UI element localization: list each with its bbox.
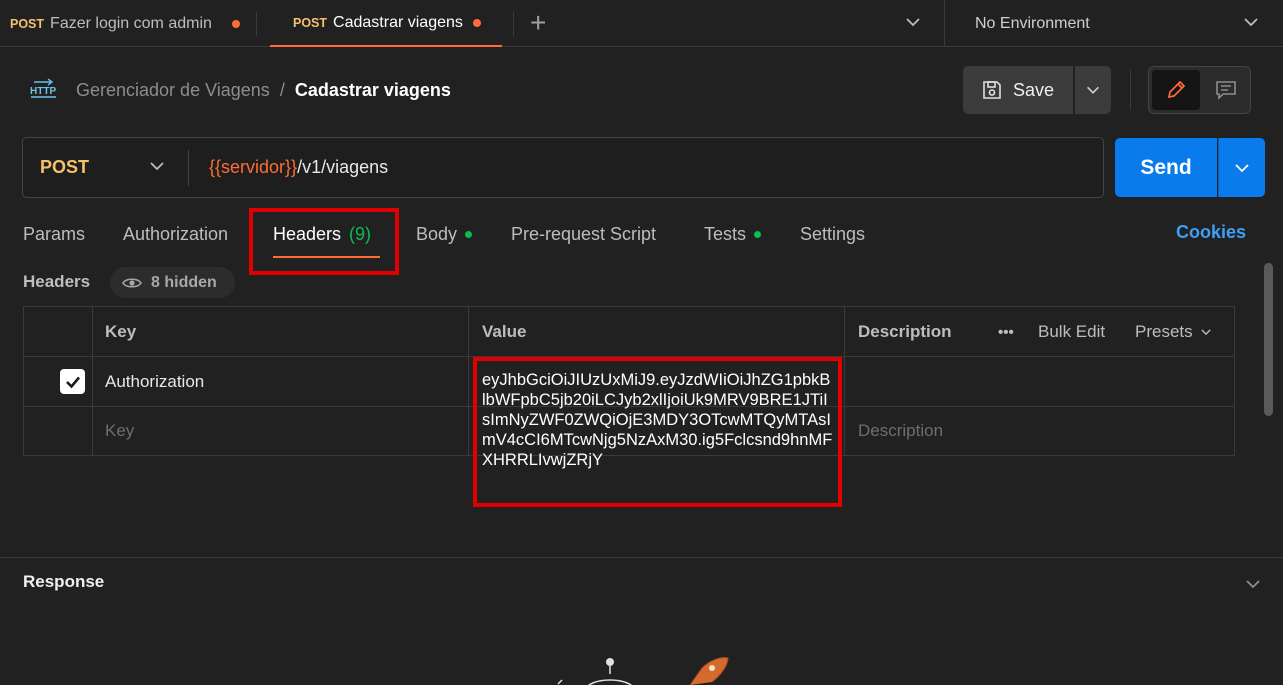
tab-divider bbox=[256, 12, 257, 36]
toolbar-divider bbox=[1130, 70, 1131, 110]
presets-dropdown[interactable]: Presets bbox=[1135, 307, 1231, 357]
tab-divider bbox=[513, 12, 514, 36]
tab-settings-label: Settings bbox=[800, 223, 866, 244]
method-chevron-down-icon[interactable] bbox=[147, 156, 167, 179]
tab-method: POST bbox=[10, 16, 45, 31]
column-header-key: Key bbox=[105, 322, 137, 341]
column-header-value: Value bbox=[482, 322, 527, 341]
url-input[interactable]: {{servidor}}/v1/viagens bbox=[209, 138, 388, 197]
more-options-icon[interactable]: ••• bbox=[998, 307, 1022, 357]
token-value-highlight-box bbox=[473, 357, 842, 507]
save-disk-icon bbox=[983, 81, 1001, 99]
send-button[interactable]: Send bbox=[1115, 138, 1217, 197]
header-key-cell[interactable]: Authorization bbox=[105, 357, 204, 407]
hidden-headers-label: 8 hidden bbox=[151, 273, 217, 291]
tab-body-label: Body bbox=[416, 223, 458, 244]
method-select[interactable]: POST bbox=[40, 138, 89, 197]
table-header-row: Key Value Description ••• Bulk Edit Pres… bbox=[24, 307, 1234, 357]
pencil-edit-icon[interactable] bbox=[1152, 70, 1200, 110]
unsaved-dot-icon bbox=[472, 18, 481, 27]
url-variable: {{servidor}} bbox=[209, 157, 298, 177]
tab-params-label: Params bbox=[23, 223, 86, 244]
environment-selector[interactable]: No Environment bbox=[944, 0, 1283, 47]
tab-params[interactable]: Params bbox=[23, 222, 85, 246]
tab-tests[interactable]: Tests bbox=[704, 222, 762, 246]
headers-section-label: Headers bbox=[23, 272, 91, 291]
tab-prerequest-script[interactable]: Pre-request Script bbox=[511, 222, 656, 246]
tab-settings[interactable]: Settings bbox=[800, 222, 865, 246]
tab-authorization[interactable]: Authorization bbox=[123, 222, 228, 246]
send-options-chevron-icon[interactable] bbox=[1218, 138, 1265, 197]
tab-title: Fazer login com admin bbox=[50, 14, 212, 32]
breadcrumb-collection[interactable]: Gerenciador de Viagens bbox=[76, 80, 270, 101]
tests-indicator-dot-icon bbox=[754, 230, 762, 238]
cookies-link[interactable]: Cookies bbox=[1176, 222, 1246, 243]
body-indicator-dot-icon bbox=[465, 230, 473, 238]
save-label: Save bbox=[1013, 79, 1055, 100]
response-panel-header[interactable]: Response bbox=[0, 557, 1283, 607]
presets-label: Presets bbox=[1135, 322, 1193, 341]
view-mode-toggle bbox=[1148, 66, 1251, 114]
new-tab-plus-icon[interactable]: + bbox=[530, 8, 546, 38]
tab-prerequest-label: Pre-request Script bbox=[511, 223, 657, 244]
headers-tab-highlight-box bbox=[249, 208, 399, 275]
url-bar: POST {{servidor}}/v1/viagens bbox=[22, 137, 1104, 198]
response-title: Response bbox=[23, 572, 105, 591]
column-header-description: Description bbox=[858, 322, 952, 341]
tab-method: POST bbox=[293, 15, 328, 30]
header-enabled-checkbox[interactable] bbox=[60, 369, 85, 394]
http-icon: HTTP bbox=[30, 78, 56, 98]
url-divider bbox=[188, 150, 189, 186]
tab-tests-label: Tests bbox=[704, 223, 747, 244]
breadcrumb-request-name[interactable]: Cadastrar viagens bbox=[295, 80, 451, 101]
tab-title: Cadastrar viagens bbox=[333, 13, 463, 31]
request-tab-cadastrar[interactable]: POST Cadastrar viagens bbox=[270, 0, 502, 47]
tabs-chevron-down-icon[interactable] bbox=[903, 12, 923, 35]
new-key-input[interactable]: Key bbox=[105, 407, 134, 455]
tab-bar: POST Fazer login com admin POST Cadastra… bbox=[0, 0, 1283, 47]
breadcrumb-separator: / bbox=[279, 79, 285, 100]
scrollbar[interactable] bbox=[1264, 263, 1273, 416]
hidden-headers-toggle[interactable]: 8 hidden bbox=[110, 267, 235, 298]
new-description-input[interactable]: Description bbox=[858, 407, 943, 455]
rocket-illustration-icon bbox=[557, 657, 729, 685]
save-button[interactable]: Save bbox=[963, 66, 1073, 114]
environment-chevron-down-icon bbox=[1241, 12, 1261, 37]
save-options-chevron-icon[interactable] bbox=[1075, 66, 1111, 114]
url-path: /v1/viagens bbox=[297, 157, 389, 177]
bulk-edit-button[interactable]: Bulk Edit bbox=[1038, 307, 1128, 357]
tab-body[interactable]: Body bbox=[416, 222, 473, 246]
svg-text:HTTP: HTTP bbox=[30, 86, 56, 97]
environment-label: No Environment bbox=[975, 14, 1090, 32]
unsaved-dot-icon bbox=[232, 19, 241, 28]
response-chevron-down-icon[interactable] bbox=[1243, 574, 1263, 597]
tab-authorization-label: Authorization bbox=[123, 223, 229, 244]
checkmark-icon bbox=[65, 376, 80, 388]
breadcrumb: HTTP Gerenciador de Viagens / Cadastrar … bbox=[30, 76, 451, 104]
comment-icon[interactable] bbox=[1205, 70, 1247, 110]
presets-chevron-down-icon bbox=[1200, 329, 1211, 336]
request-tab-login[interactable]: POST Fazer login com admin bbox=[10, 0, 255, 47]
eye-icon bbox=[122, 278, 142, 287]
